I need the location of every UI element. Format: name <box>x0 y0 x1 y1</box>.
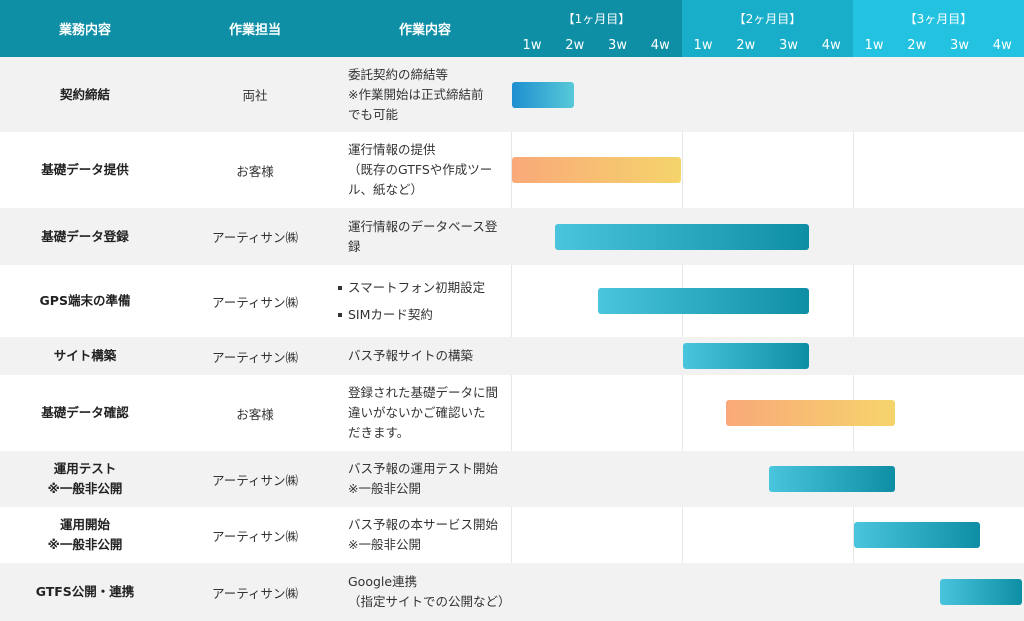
week-label: 4w <box>992 38 1012 53</box>
week-label: 1w <box>693 38 713 53</box>
gantt-bar <box>939 579 1022 605</box>
task-owner: アーティサン㈱ <box>211 349 298 365</box>
task-detail: バス予報サイトの構築 <box>348 348 474 363</box>
task-detail: バス予報の本サービス開始 ※一般非公開 <box>348 517 499 552</box>
week-label: 3w <box>608 38 627 53</box>
task-name: 契約締結 <box>59 86 110 102</box>
table-row: 契約締結 両社 委託契約の締結等 ※作業開始は正式締結前 でも可能 <box>0 57 1024 132</box>
table-row: 運用テスト ※一般非公開 アーティサン㈱ バス予報の運用テスト開始 ※一般非公開 <box>0 451 1024 507</box>
gantt-bar <box>683 343 810 369</box>
task-detail: 委託契約の締結等 ※作業開始は正式締結前 でも可能 <box>348 66 484 122</box>
week-label: 4w <box>650 38 670 53</box>
task-detail: 登録された基礎データに間 違いがないかご確認いた だきます。 <box>348 385 499 440</box>
task-name: サイト構築 <box>53 348 117 363</box>
table-row: 基礎データ提供 お客様 運行情報の提供 （既存のGTFSや作成ツー ル、紙など） <box>0 132 1024 208</box>
table-row: GTFS公開・連携 アーティサン㈱ Google連携 （指定サイトでの公開など） <box>0 563 1024 621</box>
task-name: GTFS公開・連携 <box>35 584 135 599</box>
gantt-bar <box>597 288 810 314</box>
task-owner: お客様 <box>236 406 274 422</box>
week-label: 2w <box>736 38 756 53</box>
month-header: 【1ヶ月目】 1w 2w 3w 4w <box>511 0 682 57</box>
task-name: 基礎データ提供 <box>41 162 129 177</box>
task-detail: スマートフォン初期設定 SIMカード契約 <box>337 265 510 337</box>
task-detail: Google連携 （指定サイトでの公開など） <box>348 574 511 609</box>
task-owner: アーティサン㈱ <box>211 472 298 488</box>
task-name: 運用テスト ※一般非公開 <box>47 461 123 496</box>
task-owner: お客様 <box>236 163 274 179</box>
task-name: 基礎データ登録 <box>41 228 129 244</box>
table-row: サイト構築 アーティサン㈱ バス予報サイトの構築 <box>0 337 1024 375</box>
gantt-bar <box>512 157 681 183</box>
week-label: 3w <box>779 38 798 53</box>
table-row: 基礎データ登録 アーティサン㈱ 運行情報のデータベース登録 <box>0 208 1024 265</box>
gantt-bar <box>854 522 981 548</box>
task-name: GPS端末の準備 <box>39 293 131 308</box>
week-label: 3w <box>950 38 969 53</box>
month-header: 【2ヶ月目】 1w 2w 3w 4w <box>682 0 853 57</box>
task-owner: アーティサン㈱ <box>211 528 298 544</box>
table-row: GPS端末の準備 アーティサン㈱ スマートフォン初期設定 SIMカード契約 <box>0 265 1024 337</box>
task-owner: アーティサン㈱ <box>211 585 298 601</box>
header-task: 業務内容 <box>58 23 111 38</box>
week-label: 4w <box>821 38 841 53</box>
task-owner: アーティサン㈱ <box>211 230 298 245</box>
gantt-bar <box>554 223 810 250</box>
week-label: 2w <box>565 38 585 53</box>
table-row: 運用開始 ※一般非公開 アーティサン㈱ バス予報の本サービス開始 ※一般非公開 <box>0 507 1024 563</box>
task-detail: バス予報の運用テスト開始 ※一般非公開 <box>348 461 499 496</box>
gantt-bar <box>768 466 895 492</box>
task-detail: 運行情報の提供 （既存のGTFSや作成ツー ル、紙など） <box>348 142 493 197</box>
table-row: 基礎データ確認 お客様 登録された基礎データに間 違いがないかご確認いた だきます。 <box>0 375 1024 451</box>
gantt-bar <box>512 81 575 108</box>
month-header: 【3ヶ月目】 1w 2w 3w 4w <box>853 0 1024 57</box>
gantt-bar <box>725 400 895 426</box>
week-label: 1w <box>522 38 542 53</box>
month-label: 【2ヶ月目】 <box>733 12 802 26</box>
task-name: 基礎データ確認 <box>41 405 129 420</box>
schedule-table: 業務内容 作業担当 作業内容 【1ヶ月目】 1w 2w 3w 4w 【2ヶ月目】 1w 2w 3… <box>0 0 1024 621</box>
task-detail: 運行情報のデータベース登録 <box>348 218 498 254</box>
task-owner: 両社 <box>242 88 268 103</box>
month-label: 【3ヶ月目】 <box>904 12 973 26</box>
header-work: 作業内容 <box>398 23 451 38</box>
week-label: 2w <box>907 38 927 53</box>
month-label: 【1ヶ月目】 <box>562 12 631 26</box>
task-owner: アーティサン㈱ <box>211 294 298 310</box>
week-label: 1w <box>864 38 884 53</box>
task-name: 運用開始 ※一般非公開 <box>47 517 123 552</box>
header-owner: 作業担当 <box>228 23 281 38</box>
